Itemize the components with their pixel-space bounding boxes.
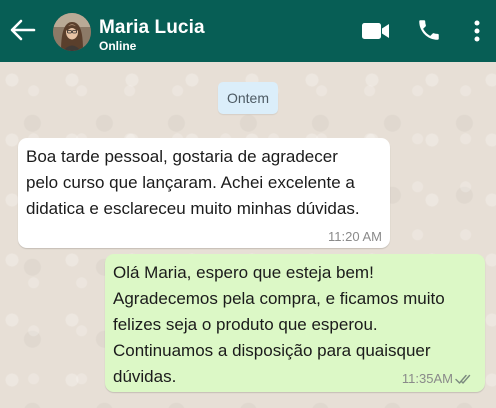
double-check-icon xyxy=(455,374,471,384)
voice-call-button[interactable] xyxy=(416,17,442,43)
more-options-button[interactable] xyxy=(470,18,484,44)
video-camera-icon xyxy=(362,23,389,39)
phone-icon xyxy=(419,20,439,40)
message-text: Boa tarde pessoal, gostaria de agradecer… xyxy=(26,147,360,218)
contact-name[interactable]: Maria Lucia xyxy=(99,17,205,39)
message-bubble-outgoing[interactable]: Olá Maria, espero que esteja bem! Agrade… xyxy=(105,254,485,392)
message-time: 11:35AM xyxy=(401,371,453,386)
avatar[interactable] xyxy=(53,13,91,51)
back-button[interactable] xyxy=(8,15,38,45)
contact-status: Online xyxy=(99,39,137,53)
chat-header: Maria Lucia Online xyxy=(0,0,496,62)
message-time: 11:20 AM xyxy=(328,229,382,244)
message-bubble-incoming[interactable]: Boa tarde pessoal, gostaria de agradecer… xyxy=(18,138,390,248)
video-call-button[interactable] xyxy=(360,18,392,44)
more-vertical-icon xyxy=(474,20,480,42)
date-separator: Ontem xyxy=(218,82,278,114)
arrow-left-icon xyxy=(10,19,36,41)
